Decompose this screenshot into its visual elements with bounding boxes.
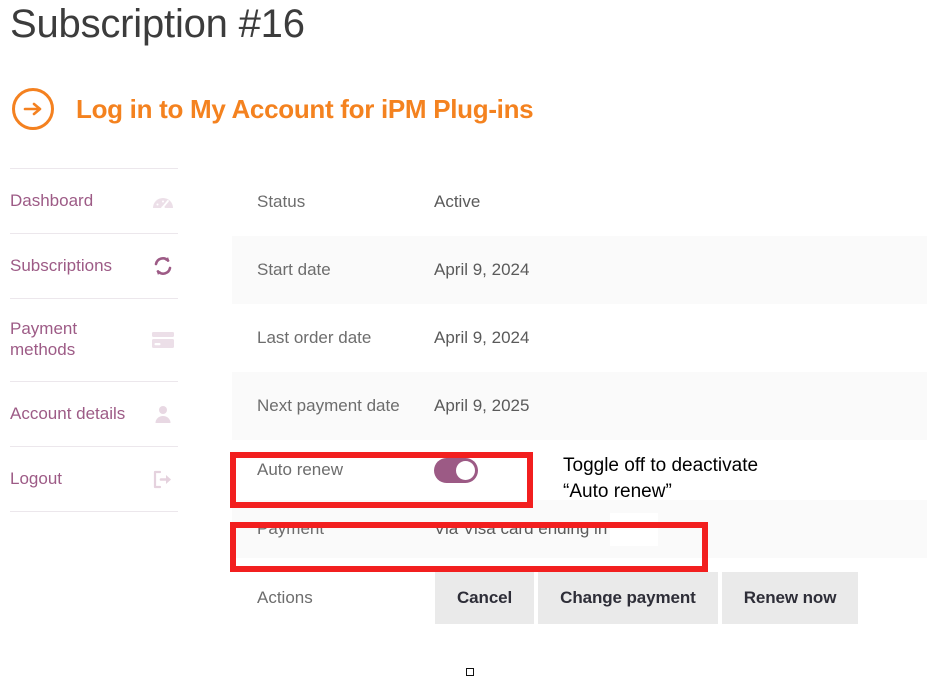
change-payment-button[interactable]: Change payment [538, 572, 718, 624]
row-value-next-payment-date: April 9, 2025 [434, 396, 530, 415]
page-title: Subscription #16 [10, 2, 305, 46]
cancel-button[interactable]: Cancel [435, 572, 535, 624]
auto-renew-toggle-knob [456, 460, 475, 480]
auto-renew-toggle[interactable] [434, 457, 478, 483]
row-value-payment: Via Visa card ending in [434, 512, 927, 546]
row-label-last-order-date: Last order date [257, 328, 372, 347]
sidebar-item-label: Subscriptions [10, 255, 113, 275]
login-banner-link[interactable]: Log in to My Account for iPM Plug-ins [12, 88, 534, 130]
sidebar-item-label: Dashboard [10, 190, 94, 210]
credit-card-icon [150, 331, 176, 350]
cursor-artifact [466, 668, 474, 676]
table-row: Start date April 9, 2024 [232, 236, 927, 304]
arrow-right-circle-icon [12, 88, 54, 130]
sync-refresh-icon [150, 255, 176, 277]
renew-now-button[interactable]: Renew now [721, 572, 859, 624]
sidebar-item-payment-methods[interactable]: Payment methods [10, 298, 178, 381]
row-value-status: Active [434, 192, 481, 211]
row-value-actions: Cancel Change payment Renew now [434, 572, 927, 624]
sidebar-item-label: Account details [10, 403, 126, 423]
row-label-payment: Payment [257, 519, 325, 538]
sidebar-item-dashboard[interactable]: Dashboard [10, 168, 178, 233]
sidebar-item-subscriptions[interactable]: Subscriptions [10, 233, 178, 298]
table-row: Last order date April 9, 2024 [232, 304, 927, 372]
subscription-details-table: Status Active Start date April 9, 2024 L… [232, 168, 927, 638]
sidebar-item-label: Payment methods [10, 319, 78, 359]
row-label-next-payment-date: Next payment date [257, 396, 400, 415]
redacted-card-digits [610, 512, 659, 546]
row-value-start-date: April 9, 2024 [434, 260, 530, 279]
table-row: Next payment date April 9, 2025 [232, 372, 927, 440]
logout-icon [150, 470, 176, 489]
sidebar-item-logout[interactable]: Logout [10, 446, 178, 512]
table-row-actions: Actions Cancel Change payment Renew now [232, 558, 927, 638]
user-icon [150, 404, 176, 424]
sidebar-item-account-details[interactable]: Account details [10, 381, 178, 446]
gauge-icon [150, 191, 176, 211]
account-sidebar: Dashboard Subscriptions Payment methods [10, 168, 178, 512]
payment-method-text: Via Visa card ending in [434, 519, 608, 538]
row-label-actions: Actions [257, 588, 313, 607]
row-label-status: Status [257, 192, 306, 211]
action-button-group: Cancel Change payment Renew now [435, 572, 859, 624]
sidebar-item-label: Logout [10, 468, 62, 488]
row-label-auto-renew: Auto renew [257, 460, 343, 479]
login-banner-label: Log in to My Account for iPM Plug-ins [76, 93, 534, 124]
annotation-toggle-note: Toggle off to deactivate “Auto renew” [563, 455, 759, 502]
table-row: Status Active [232, 168, 927, 236]
row-value-last-order-date: April 9, 2024 [434, 328, 530, 347]
row-label-start-date: Start date [257, 260, 331, 279]
table-row-payment: Payment Via Visa card ending in [232, 500, 927, 558]
